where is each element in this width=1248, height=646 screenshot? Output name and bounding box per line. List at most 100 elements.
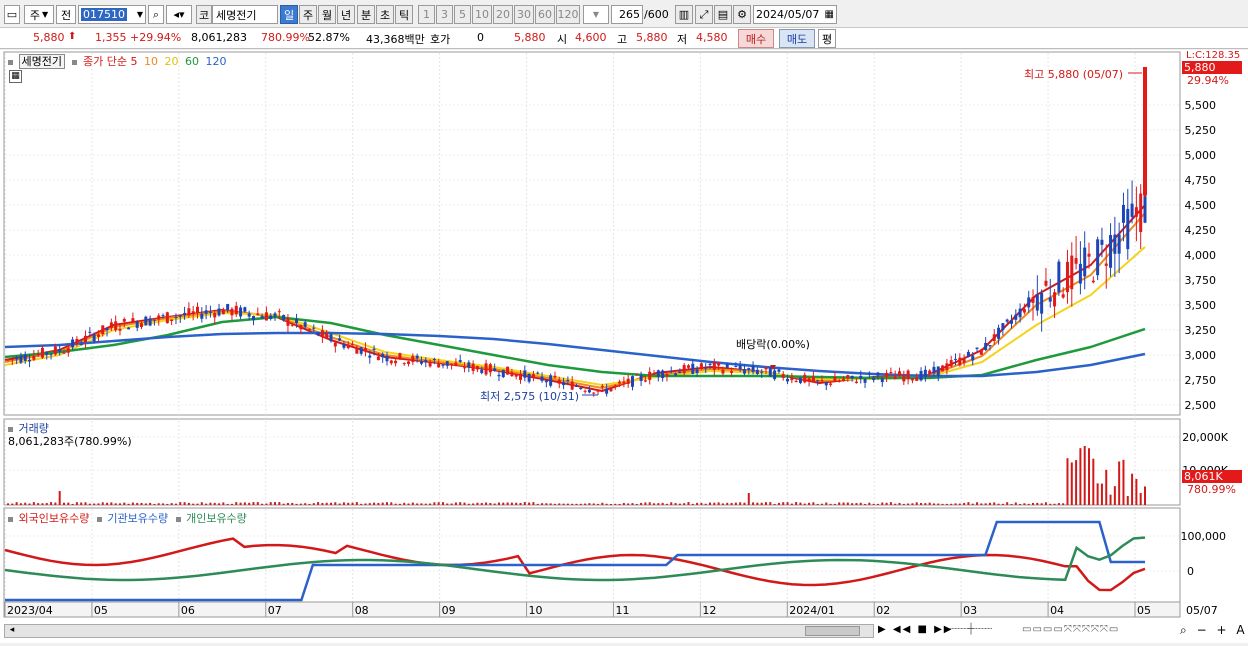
volume-bar: [765, 502, 767, 505]
tool-icon[interactable]: ▭: [1022, 624, 1032, 635]
speaker-icon[interactable]: ◂▾: [166, 5, 192, 24]
volume-bar: [945, 503, 948, 505]
candle-body: [936, 366, 940, 376]
magnifier-icon[interactable]: ⌕: [1180, 623, 1190, 637]
interval-10[interactable]: 10: [472, 5, 492, 24]
candle-body: [928, 370, 932, 375]
save-icon[interactable]: ▤: [714, 5, 732, 24]
interval-3[interactable]: 3: [436, 5, 453, 24]
volume-bar: [618, 503, 621, 505]
interval-120[interactable]: 120: [556, 5, 580, 24]
period-second[interactable]: 초: [376, 5, 394, 24]
candle-body: [764, 367, 768, 370]
candle-body: [824, 382, 828, 386]
play-icon[interactable]: ▶: [878, 624, 888, 635]
stop-icon[interactable]: ■: [917, 624, 928, 635]
stock-name-field[interactable]: 세명전기: [212, 5, 278, 24]
period-minute[interactable]: 분: [357, 5, 375, 24]
interval-20[interactable]: 20: [493, 5, 513, 24]
candle-body: [1005, 319, 1009, 322]
volume-bar: [1135, 478, 1138, 505]
candle-body: [549, 375, 553, 386]
scroll-left-icon[interactable]: ◂: [5, 625, 19, 637]
font-size-icon[interactable]: A: [1236, 623, 1247, 637]
volume-bar: [928, 502, 931, 505]
interval-5[interactable]: 5: [454, 5, 471, 24]
volume-bar: [674, 503, 677, 505]
candle-body: [243, 307, 247, 312]
buy-button[interactable]: 매수: [738, 29, 774, 48]
candle-body: [635, 374, 639, 376]
zoom-out-icon[interactable]: −: [1197, 623, 1210, 637]
candle-body: [661, 370, 665, 379]
volume-bar: [1049, 503, 1052, 505]
market-type-select[interactable]: 주 ▼: [24, 5, 54, 24]
volume-bar: [407, 503, 410, 505]
candle-body: [553, 375, 557, 378]
table-view-icon[interactable]: ▦: [9, 70, 22, 83]
tool-icon[interactable]: ⤧: [1091, 624, 1100, 635]
volume-bar: [200, 502, 203, 505]
legend-stock-name[interactable]: 세명전기: [18, 54, 65, 69]
legend-ma-5: 5: [130, 55, 138, 68]
evaluation-button[interactable]: 평: [818, 29, 836, 48]
period-month[interactable]: 월: [318, 5, 336, 24]
volume-bar: [842, 502, 845, 505]
candle-body: [1078, 263, 1082, 284]
tool-icon[interactable]: ▭: [1043, 624, 1053, 635]
zoom-in-icon[interactable]: +: [1216, 623, 1229, 637]
candle-body: [880, 378, 884, 383]
tool-icon[interactable]: ⤧: [1064, 624, 1073, 635]
prev-button[interactable]: 전: [56, 5, 76, 24]
period-week[interactable]: 주: [299, 5, 317, 24]
chart-tools[interactable]: ▭▭▭▭⤧⤧⤧⤧⤧▭: [1022, 624, 1119, 635]
rewind-icon[interactable]: ◀◀: [893, 624, 912, 635]
scroll-thumb[interactable]: [805, 626, 860, 636]
volume-bar: [187, 502, 190, 505]
volume-bar: [1126, 495, 1129, 505]
interval-30[interactable]: 30: [514, 5, 534, 24]
candle-body: [669, 370, 673, 372]
date-input[interactable]: 2024/05/07 ▦: [753, 5, 837, 24]
zoom-slider[interactable]: ┈┈┈┼┈┈┈: [950, 624, 992, 635]
volume-bar: [153, 503, 156, 505]
interval-60[interactable]: 60: [535, 5, 555, 24]
horizontal-scrollbar[interactable]: ◂: [4, 624, 874, 638]
code-input[interactable]: 017510 ▼: [78, 5, 146, 24]
count-input[interactable]: 265: [611, 5, 643, 24]
legend-ma-10: 10: [143, 55, 158, 68]
tool-icon[interactable]: ⤧: [1100, 624, 1109, 635]
tool-icon[interactable]: ▭: [1109, 624, 1119, 635]
y-tick-label: 5,000: [1185, 149, 1217, 162]
count-total: /600: [644, 8, 669, 21]
volume-bar: [497, 502, 500, 505]
interval-1[interactable]: 1: [418, 5, 435, 24]
candle-body: [1096, 239, 1100, 276]
period-day[interactable]: 일: [280, 5, 298, 24]
candle-type-icon[interactable]: ▥: [675, 5, 693, 24]
candle-body: [170, 319, 174, 322]
sell-button[interactable]: 매도: [779, 29, 815, 48]
volume-bar: [829, 503, 832, 505]
interval-select[interactable]: ▼: [583, 5, 609, 24]
search-icon[interactable]: ⌕: [148, 5, 164, 24]
draw-tool-icon[interactable]: ⤢: [695, 5, 713, 24]
tool-icon[interactable]: ▭: [1032, 624, 1042, 635]
tool-icon[interactable]: ⤧: [1082, 624, 1091, 635]
candle-body: [531, 374, 535, 377]
window-menu-icon[interactable]: ▭: [4, 5, 20, 24]
tool-icon[interactable]: ⤧: [1073, 624, 1082, 635]
zoom-controls[interactable]: ⌕ − + A: [1180, 623, 1248, 638]
y-tick-label: 5,250: [1185, 124, 1217, 137]
period-year[interactable]: 년: [337, 5, 355, 24]
volume-bar: [437, 502, 440, 505]
candle-body: [1143, 67, 1147, 195]
stock-chart-svg[interactable]: 5,500 5,250 5,000 4,750 4,500 4,250 4,000 3,750…: [0, 50, 1248, 643]
y-tick-label: 3,000: [1185, 349, 1217, 362]
tool-icon[interactable]: ▭: [1053, 624, 1063, 635]
gear-icon[interactable]: ⚙: [733, 5, 751, 24]
volume-bar: [403, 502, 406, 505]
period-tick[interactable]: 틱: [395, 5, 413, 24]
playback-controls[interactable]: ▶ ◀◀ ■ ▶▶: [878, 624, 954, 635]
candle-body: [773, 370, 777, 380]
